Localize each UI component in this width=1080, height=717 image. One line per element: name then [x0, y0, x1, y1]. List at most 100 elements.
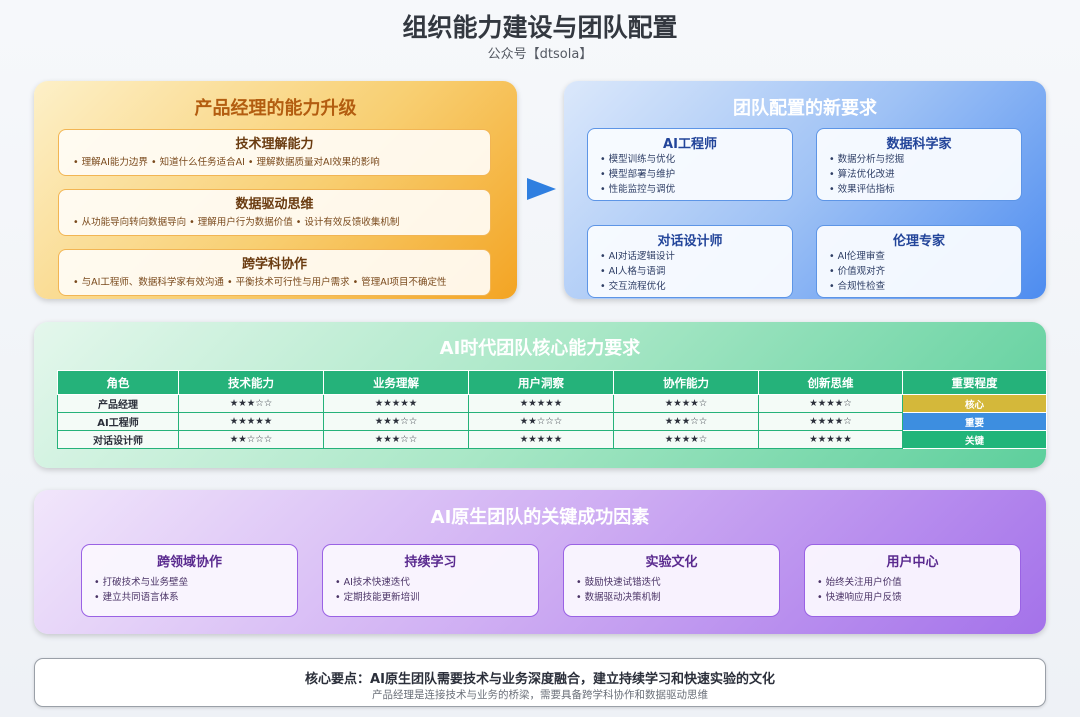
- list-item: • 数据分析与挖掘: [829, 154, 905, 165]
- arrow-right-icon: [527, 178, 556, 200]
- role-title: 数据科学家: [886, 137, 952, 152]
- role-title: 伦理专家: [892, 234, 945, 249]
- list-item: • 算法优化改进: [829, 169, 895, 180]
- role-card-ethics-expert: 伦理专家 • AI伦理审查 • 价值观对齐 • 合规性检查: [816, 225, 1022, 298]
- factor-card-title: 实验文化: [645, 555, 698, 570]
- column-header: 用户洞察: [468, 370, 614, 395]
- list-item: • AI对话逻辑设计: [600, 251, 675, 262]
- page-subtitle: 公众号【dtsola】: [487, 47, 593, 62]
- list-item: • 数据驱动决策机制: [576, 592, 661, 603]
- column-header: 协作能力: [613, 370, 759, 395]
- pm-card-collab: 跨学科协作 • 与AI工程师、数据科学家有效沟通 • 平衡技术可行性与用户需求 …: [58, 249, 491, 296]
- table-cell-role: 产品经理: [57, 394, 179, 413]
- role-duty-list: • AI伦理审查 • 价值观对齐 • 合规性检查: [829, 249, 885, 294]
- list-item: • 效果评估指标: [829, 184, 895, 195]
- pm-card-desc: • 从功能导向转向数据导向 • 理解用户行为数据价值 • 设计有效反馈收集机制: [73, 217, 400, 228]
- column-header: 业务理解: [323, 370, 469, 395]
- factor-card-title: 持续学习: [404, 555, 457, 570]
- table-cell-rating: ★★★☆☆: [323, 412, 469, 431]
- list-item: • 交互流程优化: [600, 281, 666, 292]
- summary-main-text: 核心要点：AI原生团队需要技术与业务深度融合，建立持续学习和快速实验的文化: [305, 672, 775, 687]
- role-card-data-scientist: 数据科学家 • 数据分析与挖掘 • 算法优化改进 • 效果评估指标: [816, 128, 1022, 201]
- table-cell-rating: ★★★★☆: [613, 430, 759, 449]
- list-item: • AI人格与语调: [600, 266, 666, 277]
- factor-list: • 打破技术与业务壁垒 • 建立共同语言体系: [94, 575, 188, 605]
- importance-badge: 关键: [902, 430, 1047, 449]
- factor-card-experiment: 实验文化 • 鼓励快速试错迭代 • 数据驱动决策机制: [563, 544, 780, 617]
- list-item: • 始终关注用户价值: [817, 577, 902, 588]
- table-cell-role: 对话设计师: [57, 430, 179, 449]
- capability-panel-title: AI时代团队核心能力要求: [439, 338, 641, 359]
- table-row: AI工程师 ★★★★★ ★★★☆☆ ★★☆☆☆ ★★★☆☆ ★★★★☆ 重要: [57, 412, 1047, 431]
- importance-badge: 核心: [902, 394, 1047, 413]
- role-card-ai-engineer: AI工程师 • 模型训练与优化 • 模型部署与维护 • 性能监控与调优: [587, 128, 793, 201]
- role-title: 对话设计师: [657, 234, 723, 249]
- table-cell-rating: ★★★★☆: [758, 394, 903, 413]
- table-cell-rating: ★★★★☆: [613, 394, 759, 413]
- table-cell-rating: ★★★★★: [758, 430, 903, 449]
- list-item: • 模型训练与优化: [600, 154, 676, 165]
- list-item: • AI技术快速迭代: [335, 577, 410, 588]
- column-header: 创新思维: [758, 370, 903, 395]
- table-cell-rating: ★★★★★: [323, 394, 469, 413]
- table-cell-rating: ★★★★★: [468, 430, 614, 449]
- importance-badge: 重要: [902, 412, 1047, 431]
- pm-card-title: 技术理解能力: [235, 137, 314, 152]
- list-item: • AI伦理审查: [829, 251, 885, 262]
- role-title: AI工程师: [663, 137, 717, 152]
- team-config-panel: 团队配置的新要求 AI工程师 • 模型训练与优化 • 模型部署与维护 • 性能监…: [564, 81, 1046, 299]
- capability-table: 角色 技术能力 业务理解 用户洞察 协作能力 创新思维 重要程度 产品经理 ★★…: [57, 370, 1047, 449]
- pm-panel-title: 产品经理的能力升级: [194, 98, 357, 119]
- column-header: 重要程度: [902, 370, 1047, 395]
- summary-sub-text: 产品经理是连接技术与业务的桥梁，需要具备跨学科协作和数据驱动思维: [372, 689, 708, 701]
- list-item: • 建立共同语言体系: [94, 592, 179, 603]
- table-cell-rating: ★★★☆☆: [323, 430, 469, 449]
- factor-card-title: 用户中心: [886, 555, 939, 570]
- table-cell-role: AI工程师: [57, 412, 179, 431]
- pm-card-desc: • 理解AI能力边界 • 知道什么任务适合AI • 理解数据质量对AI效果的影响: [73, 157, 380, 168]
- column-header: 角色: [57, 370, 179, 395]
- role-duty-list: • AI对话逻辑设计 • AI人格与语调 • 交互流程优化: [600, 249, 675, 294]
- list-item: • 定期技能更新培训: [335, 592, 420, 603]
- list-item: • 合规性检查: [829, 281, 886, 292]
- pm-card-data: 数据驱动思维 • 从功能导向转向数据导向 • 理解用户行为数据价值 • 设计有效…: [58, 189, 491, 236]
- table-cell-rating: ★★☆☆☆: [468, 412, 614, 431]
- pm-card-tech: 技术理解能力 • 理解AI能力边界 • 知道什么任务适合AI • 理解数据质量对…: [58, 129, 491, 176]
- factor-card-user-centric: 用户中心 • 始终关注用户价值 • 快速响应用户反馈: [804, 544, 1021, 617]
- table-row: 产品经理 ★★★☆☆ ★★★★★ ★★★★★ ★★★★☆ ★★★★☆ 核心: [57, 394, 1047, 413]
- factor-card-title: 跨领域协作: [156, 555, 222, 570]
- role-duty-list: • 模型训练与优化 • 模型部署与维护 • 性能监控与调优: [600, 152, 675, 197]
- table-cell-rating: ★★★★☆: [758, 412, 903, 431]
- pm-capability-panel: 产品经理的能力升级 技术理解能力 • 理解AI能力边界 • 知道什么任务适合AI…: [34, 81, 517, 299]
- pm-card-title: 数据驱动思维: [235, 197, 314, 212]
- table-cell-rating: ★★★★★: [178, 412, 324, 431]
- factor-list: • AI技术快速迭代 • 定期技能更新培训: [335, 575, 420, 605]
- list-item: • 模型部署与维护: [600, 169, 676, 180]
- list-item: • 快速响应用户反馈: [817, 592, 902, 603]
- table-cell-rating: ★★★☆☆: [613, 412, 759, 431]
- list-item: • 打破技术与业务壁垒: [94, 577, 189, 588]
- factor-card-learning: 持续学习 • AI技术快速迭代 • 定期技能更新培训: [322, 544, 539, 617]
- table-row: 对话设计师 ★★☆☆☆ ★★★☆☆ ★★★★★ ★★★★☆ ★★★★★ 关键: [57, 430, 1047, 449]
- factor-list: • 始终关注用户价值 • 快速响应用户反馈: [817, 575, 902, 605]
- page-title: 组织能力建设与团队配置: [402, 13, 678, 42]
- summary-box: 核心要点：AI原生团队需要技术与业务深度融合，建立持续学习和快速实验的文化 产品…: [34, 658, 1046, 707]
- pm-card-title: 跨学科协作: [241, 257, 307, 272]
- list-item: • 价值观对齐: [829, 266, 886, 277]
- column-header: 技术能力: [178, 370, 324, 395]
- table-header-row: 角色 技术能力 业务理解 用户洞察 协作能力 创新思维 重要程度: [57, 370, 1047, 395]
- role-card-dialog-designer: 对话设计师 • AI对话逻辑设计 • AI人格与语调 • 交互流程优化: [587, 225, 793, 298]
- table-cell-rating: ★★★★★: [468, 394, 614, 413]
- factor-card-cross-domain: 跨领域协作 • 打破技术与业务壁垒 • 建立共同语言体系: [81, 544, 298, 617]
- capability-table-panel: AI时代团队核心能力要求 角色 技术能力 业务理解 用户洞察 协作能力 创新思维…: [34, 322, 1047, 468]
- factor-panel-title: AI原生团队的关键成功因素: [430, 507, 650, 528]
- role-duty-list: • 数据分析与挖掘 • 算法优化改进 • 效果评估指标: [829, 152, 904, 197]
- factor-list: • 鼓励快速试错迭代 • 数据驱动决策机制: [576, 575, 661, 605]
- success-factors-panel: AI原生团队的关键成功因素 跨领域协作 • 打破技术与业务壁垒 • 建立共同语言…: [34, 490, 1046, 634]
- list-item: • 性能监控与调优: [600, 184, 676, 195]
- team-panel-title: 团队配置的新要求: [733, 98, 877, 119]
- table-cell-rating: ★★☆☆☆: [178, 430, 324, 449]
- list-item: • 鼓励快速试错迭代: [576, 577, 661, 588]
- pm-card-desc: • 与AI工程师、数据科学家有效沟通 • 平衡技术可行性与用户需求 • 管理AI…: [73, 277, 447, 288]
- table-cell-rating: ★★★☆☆: [178, 394, 324, 413]
